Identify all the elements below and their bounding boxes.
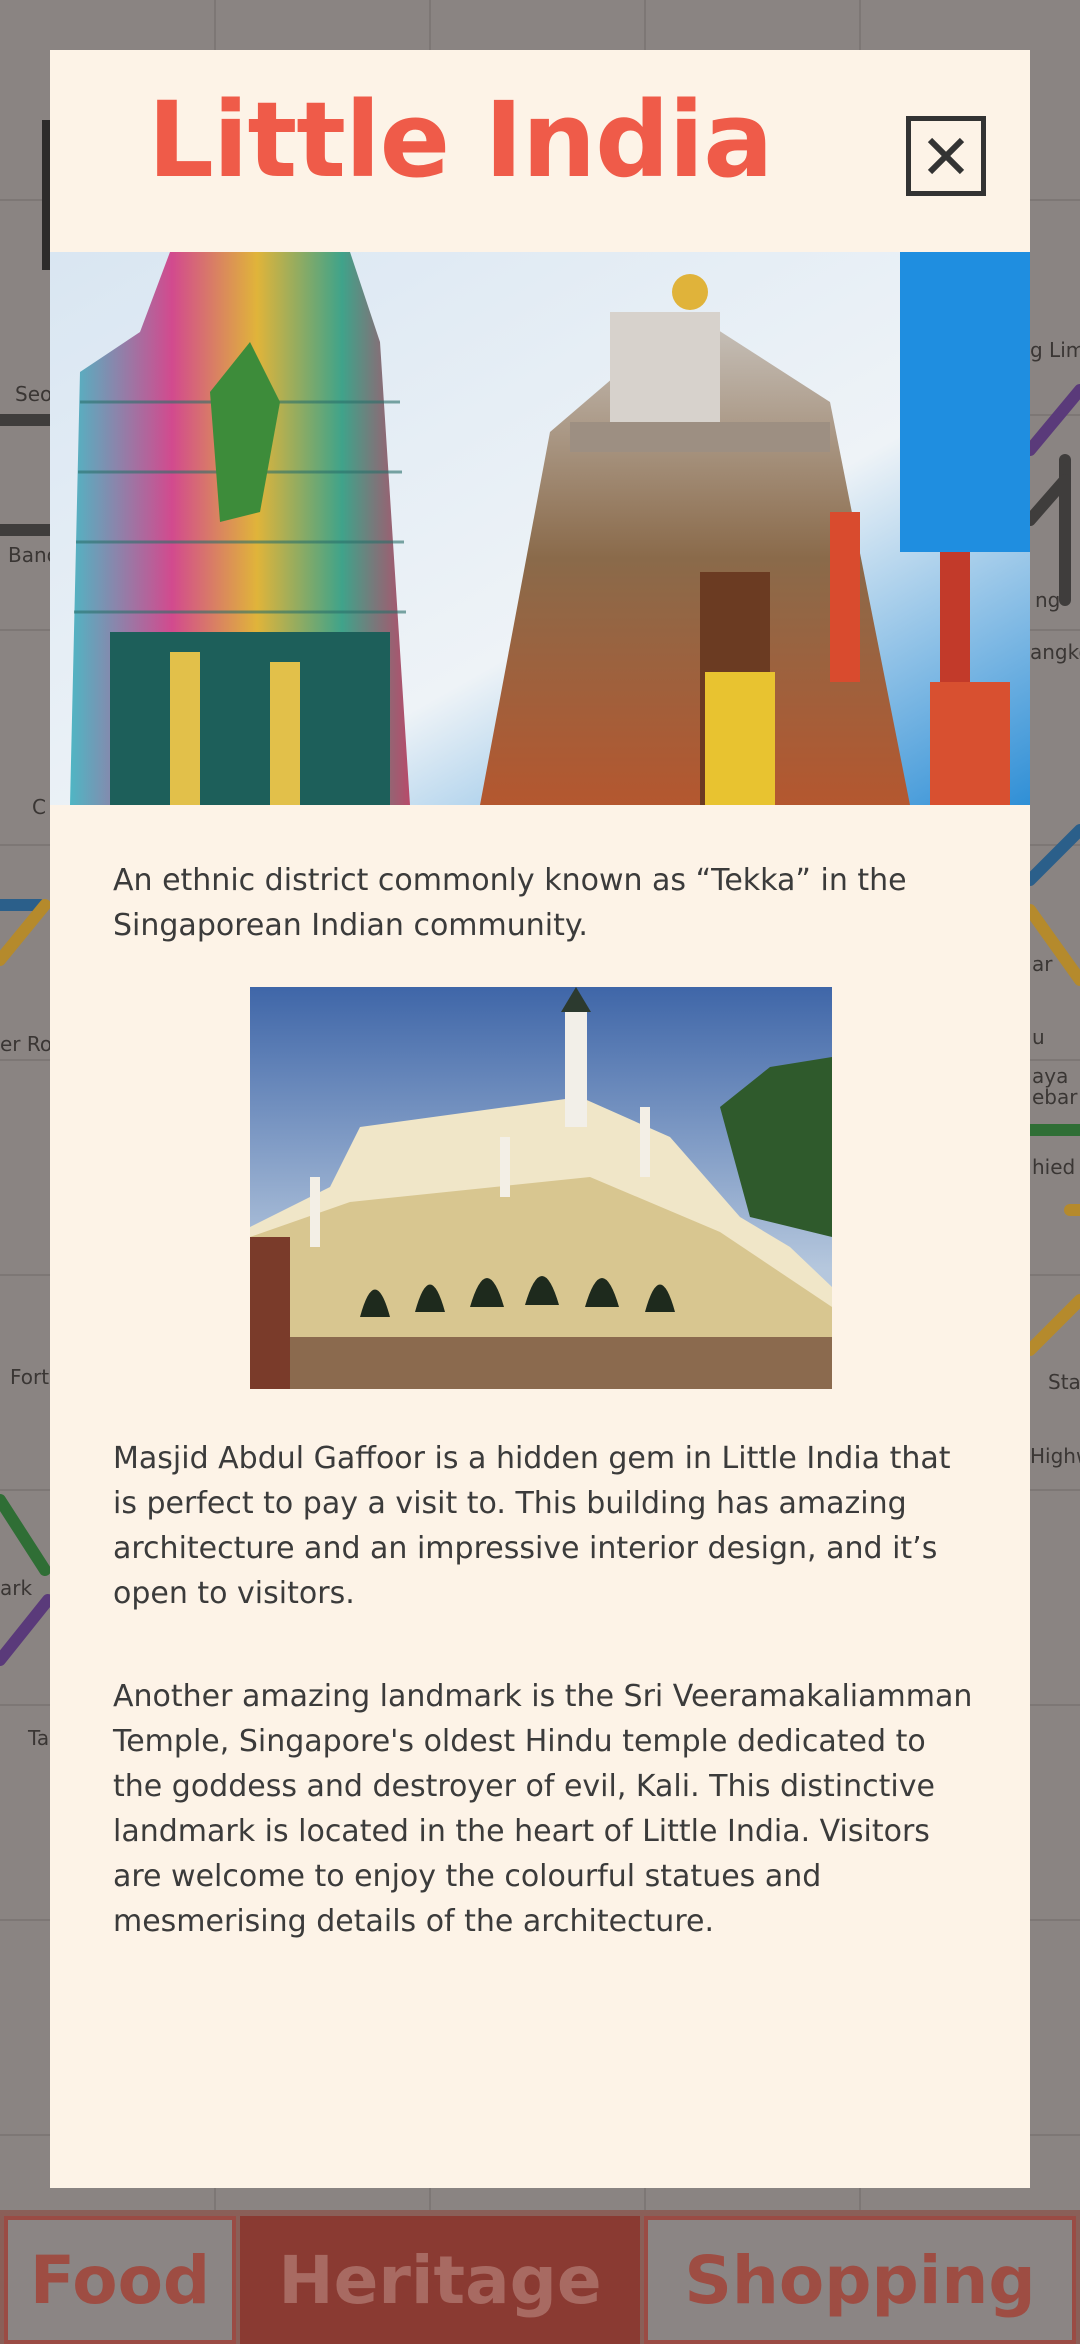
intro-text: An ethnic district commonly known as “Te… [113, 863, 907, 943]
tab-food[interactable]: Food [4, 2216, 236, 2344]
map-label: Seo [15, 382, 53, 406]
temple-description: Another amazing landmark is the Sri Veer… [113, 1679, 973, 1939]
close-icon [927, 137, 965, 175]
map-label: ark [0, 1576, 33, 1600]
mosque-description: Masjid Abdul Gaffoor is a hidden gem in … [113, 1441, 951, 1611]
tab-shopping[interactable]: Shopping [644, 2216, 1076, 2344]
map-label: u [1032, 1025, 1045, 1049]
map-label: Fort [10, 1365, 50, 1389]
map-label: ebar [1032, 1085, 1078, 1109]
info-modal: Little India An ethnic district commonly… [50, 50, 1030, 2188]
mosque-photo [250, 987, 832, 1389]
tab-heritage[interactable]: Heritage [240, 2216, 640, 2344]
map-label: C [32, 795, 46, 819]
map-label: angko [1030, 640, 1080, 664]
map-label: Highw [1030, 1444, 1080, 1468]
close-button[interactable] [906, 116, 986, 196]
map-label: Ta [28, 1726, 50, 1750]
map-label: g Lim [1030, 338, 1080, 362]
map-label: Sta [1048, 1370, 1080, 1394]
map-label: ar [1032, 952, 1053, 976]
modal-title: Little India [147, 79, 774, 201]
temple-photo [50, 252, 1030, 805]
map-label: hied [1032, 1155, 1076, 1179]
map-label: ng [1035, 588, 1061, 612]
